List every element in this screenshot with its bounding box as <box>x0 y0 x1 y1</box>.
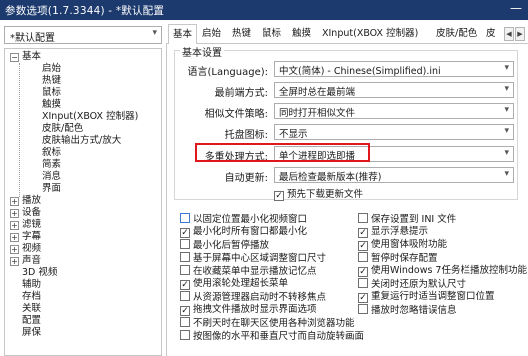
settings-tree: − 基本 启始 热键 鼠标 触摸 XInput(XBOX 控制器) 皮肤/配色 皮… <box>4 48 162 356</box>
tab-scroll-left-icon[interactable]: ◀ <box>504 27 514 41</box>
option-center-resize[interactable]: 基于屏幕中心区域调整窗口尺寸 <box>180 252 326 264</box>
collapse-icon[interactable]: − <box>10 53 19 62</box>
tree-item-archive[interactable]: 存档 <box>22 291 41 303</box>
option-show-tooltips[interactable]: ✓ 显示浮悬提示 <box>358 226 428 238</box>
check-icon: ✓ <box>180 228 190 238</box>
similar-files-label: 相似文件策略: <box>204 109 268 120</box>
chevron-down-icon: ▾ <box>504 126 509 136</box>
tab-more[interactable]: 皮 <box>482 26 500 44</box>
expand-icon[interactable]: + <box>10 245 19 254</box>
tree-item-devices[interactable]: + 设备 <box>10 207 41 219</box>
tree-item-interface[interactable]: 界面 <box>42 183 61 195</box>
option-fixed-minimize[interactable]: 以固定位置最小化视频窗口 <box>180 213 307 225</box>
check-icon: ✓ <box>358 241 368 251</box>
tab-strip: 基本 启始 热键 鼠标 触摸 XInput(XBOX 控制器) 皮肤/配色 皮 … <box>166 24 528 45</box>
check-icon: ✓ <box>358 293 368 303</box>
tree-item-audio[interactable]: + 声音 <box>10 255 41 267</box>
check-icon: ✓ <box>180 306 190 316</box>
option-drag-file-ui[interactable]: ✓ 拖拽文件播放时显示界面选项 <box>180 304 317 316</box>
expand-icon[interactable]: + <box>10 197 19 206</box>
check-icon: ✓ <box>180 280 190 290</box>
tray-icon-select[interactable]: 不显示 ▾ <box>274 124 514 140</box>
option-ignore-errors[interactable]: 播放时忽略错误信息 <box>358 304 457 316</box>
option-window-snap[interactable]: ✓ 使用窗体吸附功能 <box>358 239 447 251</box>
option-win7-taskbar[interactable]: ✓ 使用Windows 7任务栏播放控制功能 <box>358 265 527 277</box>
language-select[interactable]: 中文(简体) - Chinese(Simplified).ini ▾ <box>274 61 514 77</box>
tab-touch[interactable]: 触摸 <box>288 26 315 44</box>
highlight-frame <box>195 143 370 162</box>
predownload-update-checkbox[interactable]: ✓ 预先下载更新文件 <box>274 189 363 201</box>
tab-skin[interactable]: 皮肤/配色 <box>432 26 481 44</box>
tree-item-touch[interactable]: 触摸 <box>42 99 61 111</box>
option-restore-size[interactable]: 关闭时还原为默认尺寸 <box>358 278 466 290</box>
title-bar: 参数选项(1.7.3344) - *默认配置 — <box>0 0 528 20</box>
chevron-down-icon: ▾ <box>504 148 509 158</box>
expand-icon[interactable]: + <box>10 257 19 266</box>
tab-hotkeys[interactable]: 热键 <box>228 26 255 44</box>
minimize-icon[interactable]: — <box>510 1 522 15</box>
chevron-down-icon: ▾ <box>504 84 509 94</box>
window-title: 参数选项(1.7.3344) - *默认配置 <box>5 5 165 17</box>
tree-item-video[interactable]: + 视频 <box>10 243 41 255</box>
similar-files-select[interactable]: 同时打开相似文件 ▾ <box>274 103 514 119</box>
group-title: 基本设置 <box>180 44 224 59</box>
tree-item-xinput[interactable]: XInput(XBOX 控制器) <box>42 111 138 123</box>
tree-item-startup[interactable]: 启始 <box>42 63 61 75</box>
expand-icon[interactable]: + <box>10 221 19 230</box>
chevron-down-icon: ▾ <box>504 63 509 73</box>
chevron-down-icon: ▾ <box>504 105 509 115</box>
chevron-down-icon: ▾ <box>152 28 157 38</box>
check-icon: ✓ <box>274 191 284 201</box>
tree-item-screensaver[interactable]: 屏保 <box>22 327 41 339</box>
option-chat-browser[interactable]: 不刷天时在聊天区使用各种浏览器功能 <box>180 317 355 329</box>
chevron-down-icon: ▾ <box>504 169 509 179</box>
option-no-focus-transfer[interactable]: 从资源管理器启动时不转移焦点 <box>180 291 326 303</box>
tree-item-caption[interactable]: 叙标 <box>42 147 61 159</box>
auto-update-label: 自动更新: <box>224 173 268 184</box>
tree-item-messages[interactable]: 消息 <box>42 171 61 183</box>
option-save-on-pause[interactable]: 暂停时保存配置 <box>358 252 438 264</box>
tree-item-basic[interactable]: − 基本 <box>10 51 41 63</box>
tab-mouse[interactable]: 鼠标 <box>258 26 285 44</box>
expand-icon[interactable]: + <box>10 209 19 218</box>
tree-item-subtitles[interactable]: + 字幕 <box>10 231 41 243</box>
tree-item-simple[interactable]: 简素 <box>42 159 61 171</box>
tree-connector <box>19 63 20 197</box>
tree-item-filters[interactable]: + 滤镜 <box>10 219 41 231</box>
tree-item-playback[interactable]: + 播放 <box>10 195 41 207</box>
option-minimize-all[interactable]: ✓ 最小化时所有窗口都最小化 <box>180 226 307 238</box>
tree-item-mouse[interactable]: 鼠标 <box>42 87 61 99</box>
profile-select-value: *默认配置 <box>10 33 55 44</box>
option-scroll-long-menu[interactable]: ✓ 使用滚轮处理超长菜单 <box>180 278 288 290</box>
option-reposition-window[interactable]: ✓ 重复运行时适当调整窗口位置 <box>358 291 495 303</box>
tray-icon-label: 托盘图标: <box>224 130 268 141</box>
option-bookmark-points[interactable]: 在收藏菜单中显示播放记忆点 <box>180 265 317 277</box>
auto-update-select[interactable]: 最后检查最新版本(推荐) ▾ <box>274 167 514 183</box>
option-pause-on-minimize[interactable]: 最小化后暂停播放 <box>180 239 269 251</box>
check-icon: ✓ <box>358 267 368 277</box>
on-top-select[interactable]: 全屏时总在最前端 ▾ <box>274 82 514 98</box>
on-top-label: 最前端方式: <box>214 88 268 99</box>
tab-startup[interactable]: 启始 <box>198 26 225 44</box>
tree-item-3d-video[interactable]: 3D 视频 <box>22 267 57 279</box>
tree-item-assist[interactable]: 辅助 <box>22 279 41 291</box>
profile-select[interactable]: *默认配置 ▾ <box>4 26 162 44</box>
option-auto-rotate[interactable]: 按图像的水平和垂直尺寸而自动旋转画面 <box>180 330 364 342</box>
language-label: 语言(Language): <box>187 67 268 78</box>
tree-item-skin-output[interactable]: 皮肤输出方式/放大 <box>42 135 121 147</box>
tree-item-skin[interactable]: 皮肤/配色 <box>42 123 83 135</box>
tree-item-association[interactable]: 关联 <box>22 303 41 315</box>
tree-item-config[interactable]: 配置 <box>22 315 41 327</box>
check-icon: ✓ <box>358 228 368 238</box>
tab-basic[interactable]: 基本 <box>168 24 198 45</box>
option-save-ini[interactable]: 保存设置到 INI 文件 <box>358 213 456 225</box>
tab-xinput[interactable]: XInput(XBOX 控制器) <box>318 26 422 44</box>
tree-item-hotkeys[interactable]: 热键 <box>42 75 61 87</box>
expand-icon[interactable]: + <box>10 233 19 242</box>
tab-scroll-right-icon[interactable]: ▶ <box>515 27 525 41</box>
